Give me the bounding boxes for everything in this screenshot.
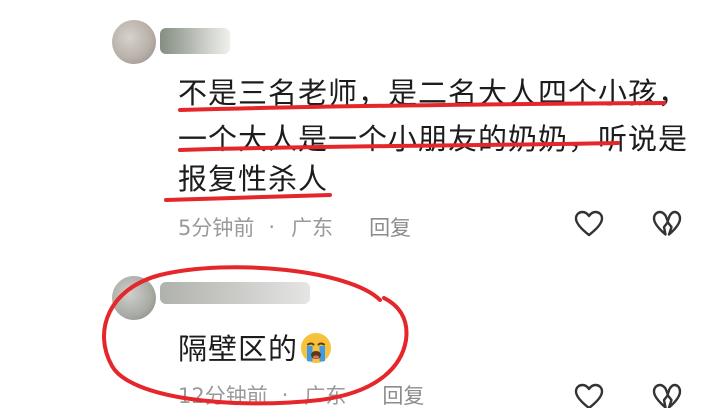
- meta-separator: ·: [281, 383, 289, 407]
- meta-separator: ·: [268, 215, 276, 239]
- avatar[interactable]: [112, 276, 156, 320]
- comment-location: 广东: [304, 384, 347, 408]
- comment-location: 广东: [291, 216, 334, 240]
- comment-meta: 5分钟前 · 广东 回复: [178, 212, 411, 242]
- loudly-crying-face-icon: [301, 333, 332, 363]
- comment-text-line: 不是三名老师，是二名大人四个小孩，: [178, 76, 689, 110]
- comment-text: 隔壁区的: [178, 326, 332, 372]
- comment-section: 不是三名老师，是二名大人四个小孩， 一个大人是一个小朋友的奶奶，听说是 报复性杀…: [0, 0, 714, 408]
- avatar[interactable]: [112, 20, 156, 64]
- comment-time: 12分钟前: [178, 384, 268, 408]
- annotation-layer: [102, 101, 666, 406]
- comment-meta: 12分钟前 · 广东 回复: [178, 380, 424, 408]
- broken-heart-icon[interactable]: [652, 382, 682, 408]
- comment-text-line: 报复性杀人: [178, 162, 329, 196]
- reply-button[interactable]: 回复: [369, 212, 411, 242]
- comment-text-content: 隔壁区的: [178, 332, 299, 366]
- username-blurred[interactable]: [160, 28, 230, 54]
- reply-button[interactable]: 回复: [382, 380, 424, 408]
- username-blurred[interactable]: [160, 282, 310, 304]
- comment-time: 5分钟前: [178, 216, 255, 240]
- broken-heart-icon[interactable]: [652, 209, 682, 239]
- heart-outline-icon[interactable]: [574, 382, 604, 408]
- heart-outline-icon[interactable]: [574, 209, 604, 239]
